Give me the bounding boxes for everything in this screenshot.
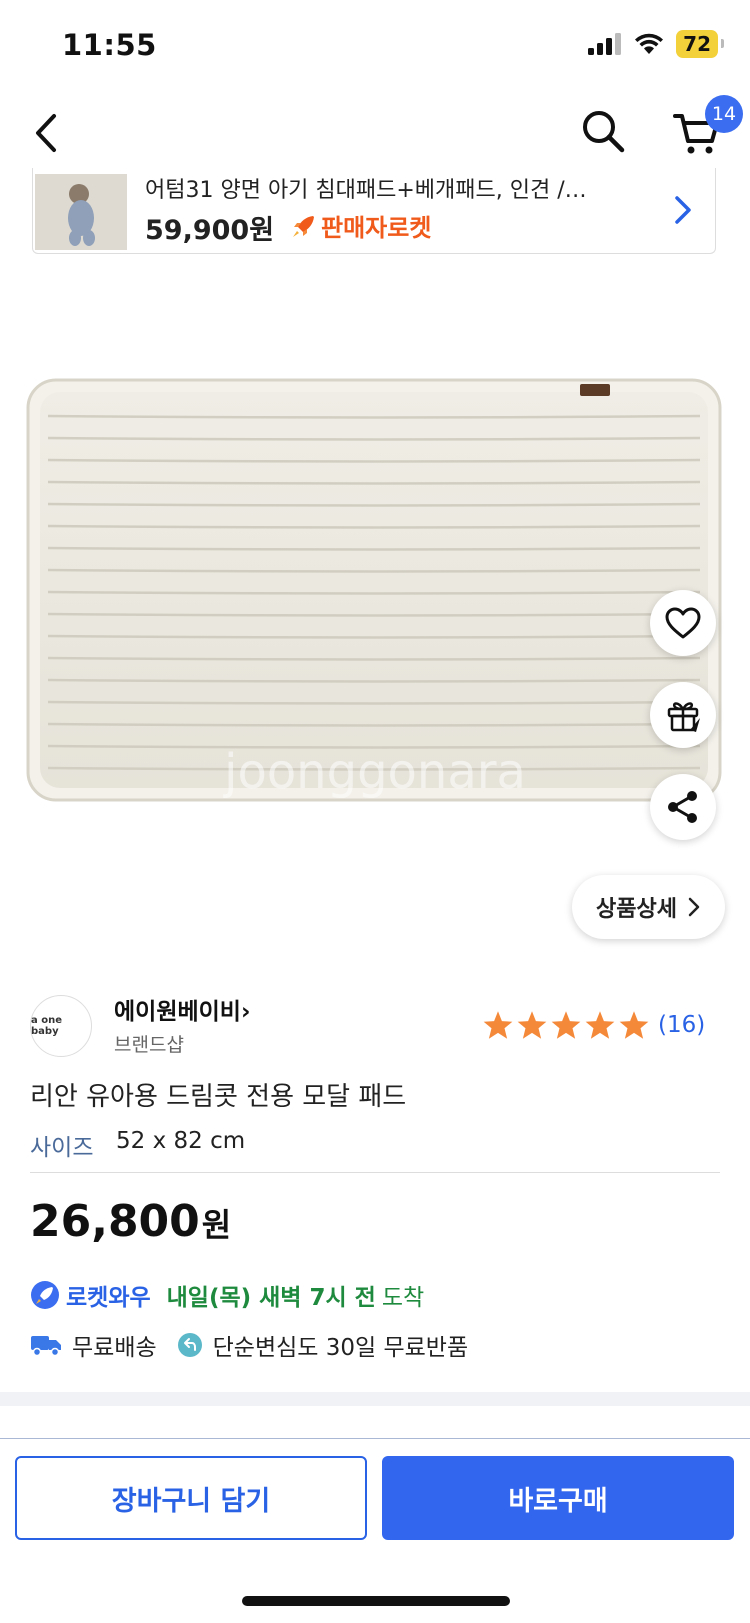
product-image[interactable]: joonggonara	[0, 260, 750, 920]
product-detail-button[interactable]: 상품상세	[572, 875, 725, 939]
star-icon	[517, 1011, 547, 1039]
free-shipping: 무료배송	[72, 1335, 157, 1361]
star-icon	[619, 1011, 649, 1039]
battery-indicator: 72	[676, 30, 724, 58]
related-product-title: 어텀31 양면 아기 침대패드+베개패드, 인견 /…	[145, 178, 587, 203]
watermark-text: joonggonara	[223, 744, 526, 800]
rocket-wow-label: 로켓와우	[66, 1285, 151, 1311]
home-indicator	[242, 1596, 510, 1606]
delivery-info: 로켓와우 내일(목) 새벽 7시 전 도착	[30, 1278, 424, 1312]
rating-link[interactable]: (16)	[482, 1010, 705, 1040]
search-icon	[583, 111, 625, 153]
chevron-right-icon	[675, 196, 691, 224]
seller-name-link[interactable]: 에이원베이비›	[114, 992, 250, 1026]
related-product-thumbnail	[35, 174, 127, 250]
product-price: 26,800 원	[30, 1196, 231, 1247]
delivery-arrive: 도착	[381, 1285, 425, 1311]
search-button[interactable]	[578, 106, 628, 156]
wifi-icon	[635, 33, 664, 54]
delivery-date: 내일(목) 새벽 7시 전	[166, 1285, 376, 1311]
buy-now-button[interactable]: 바로구매	[382, 1456, 734, 1540]
chevron-left-icon	[36, 114, 56, 152]
rocket-wow-icon	[31, 1281, 59, 1309]
size-label: 사이즈	[30, 1135, 94, 1161]
benefits-row: 무료배송 단순변심도 30일 무료반품	[30, 1328, 468, 1362]
seller-logo[interactable]: a one baby	[30, 995, 92, 1057]
status-time: 11:55	[62, 28, 157, 62]
seller-logo-text: a one baby	[31, 1015, 63, 1037]
chevron-right-icon	[688, 897, 700, 917]
seller-name: 에이원베이비	[114, 999, 241, 1025]
star-icon	[483, 1011, 513, 1039]
heart-icon	[665, 607, 701, 639]
related-product-price: 59,900원	[145, 215, 275, 246]
product-detail-label: 상품상세	[596, 897, 677, 922]
bottom-bar-divider	[0, 1438, 750, 1439]
back-button[interactable]	[28, 108, 68, 158]
review-count: (16)	[658, 1012, 706, 1038]
signal-icon	[588, 33, 622, 55]
share-button[interactable]	[650, 774, 716, 840]
seller-rocket-badge: 판매자로켓	[291, 208, 431, 243]
wishlist-button[interactable]	[650, 590, 716, 656]
return-icon	[177, 1333, 202, 1357]
size-value: 52 x 82 cm	[116, 1128, 246, 1154]
product-title: 리안 유아용 드림콧 전용 모달 패드	[30, 1082, 407, 1112]
share-icon	[668, 791, 697, 823]
rocket-icon	[293, 215, 314, 237]
gift-button[interactable]	[650, 682, 716, 748]
star-icon	[551, 1011, 581, 1039]
star-icon	[585, 1011, 615, 1039]
truck-icon	[31, 1336, 61, 1357]
seller-type: 브랜드샵	[114, 1034, 184, 1056]
add-to-cart-button[interactable]: 장바구니 담기	[15, 1456, 367, 1540]
status-indicators: 72	[588, 30, 724, 58]
section-separator	[0, 1392, 750, 1406]
gift-icon	[667, 702, 700, 732]
seller-rocket-label: 판매자로켓	[321, 214, 432, 242]
price-unit: 원	[201, 1206, 232, 1244]
cart-count-badge: 14	[705, 95, 743, 133]
related-product-card[interactable]: 어텀31 양면 아기 침대패드+베개패드, 인견 /… 59,900원 판매자로…	[32, 168, 716, 254]
price-value: 26,800	[30, 1196, 200, 1247]
chevron-right-icon: ›	[240, 999, 251, 1025]
rating-stars	[482, 1010, 650, 1040]
divider	[30, 1172, 720, 1173]
free-return: 단순변심도 30일 무료반품	[212, 1335, 469, 1361]
